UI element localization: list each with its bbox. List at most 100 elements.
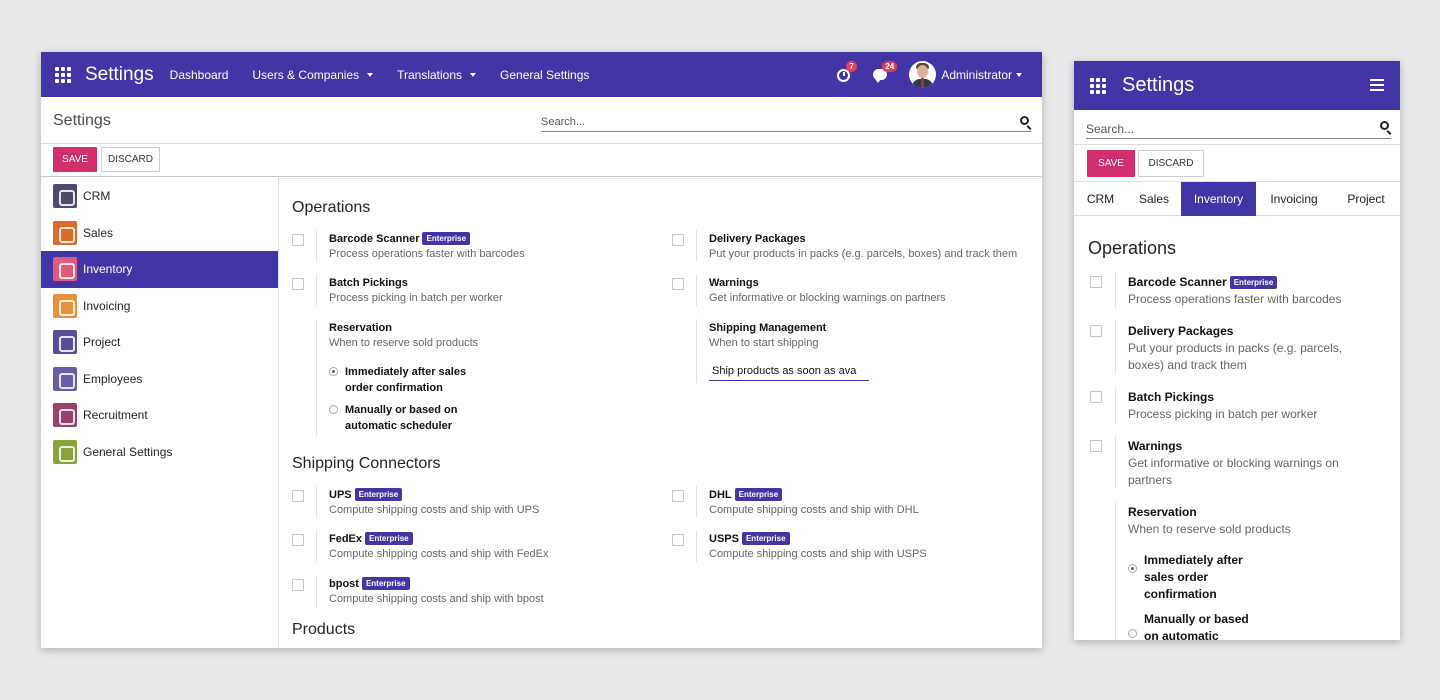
menu-translations[interactable]: Translations — [397, 67, 477, 82]
radio-button[interactable] — [329, 405, 338, 414]
radio-manually[interactable]: Manually or based on automatic scheduler — [329, 402, 457, 434]
setting-ups: UPS Enterprise Compute shipping costs and… — [292, 486, 689, 518]
batch-checkbox[interactable] — [1090, 391, 1102, 403]
delivery-checkbox[interactable] — [1090, 325, 1102, 337]
menu-dashboard[interactable]: Dashboard — [170, 68, 229, 82]
radio-manually[interactable]: Manually or based on automatic — [1128, 611, 1249, 640]
activity-button[interactable]: 7 — [837, 60, 857, 83]
sidebar-item-sales[interactable]: Sales — [41, 215, 278, 252]
apps-grid-icon[interactable] — [1090, 77, 1106, 94]
page-title: Settings — [53, 112, 111, 129]
setting-description: Put your products in packs (e.g. parcels… — [1128, 341, 1343, 372]
tab-invoicing[interactable]: Invoicing — [1256, 182, 1332, 216]
menu-translations-label: Translations — [397, 67, 463, 82]
discard-button[interactable]: DISCARD — [1138, 150, 1204, 177]
menu-general-settings[interactable]: General Settings — [500, 68, 589, 82]
setting-description: When to reserve sold products — [1128, 522, 1291, 536]
barcode-checkbox[interactable] — [1090, 276, 1102, 288]
messaging-button[interactable]: 24 — [873, 60, 898, 83]
section-title-shipping-connectors: Shipping Connectors — [292, 455, 441, 472]
dhl-checkbox[interactable] — [672, 490, 684, 502]
chart-icon — [53, 220, 77, 245]
bpost-checkbox[interactable] — [292, 579, 304, 591]
radio-immediately[interactable]: Immediately after sales order confirmatio… — [329, 364, 466, 396]
setting-title: Delivery Packages — [709, 233, 806, 245]
tab-crm[interactable]: CRM — [1074, 182, 1127, 216]
search-input[interactable]: Search... — [1086, 120, 1391, 139]
puzzle-icon — [53, 330, 77, 355]
search-icon[interactable] — [1020, 116, 1029, 125]
save-button[interactable]: SAVE — [1087, 150, 1135, 177]
menu-users-companies[interactable]: Users & Companies — [252, 68, 374, 82]
caret-down-icon — [1016, 72, 1022, 77]
sidebar-item-inventory[interactable]: Inventory — [41, 251, 278, 288]
setting-description: When to reserve sold products — [329, 337, 479, 349]
setting-description: Process picking in batch per worker — [329, 292, 503, 304]
enterprise-badge: Enterprise — [361, 577, 410, 590]
setting-title: Warnings — [1128, 439, 1183, 453]
section-title-operations: Operations — [1088, 238, 1177, 258]
setting-warnings: Warnings Get informative or blocking war… — [672, 274, 1042, 306]
sidebar-item-project[interactable]: Project — [41, 324, 278, 361]
setting-shipping-management: Shipping Management When to start shippi… — [696, 319, 1042, 383]
sidebar-item-crm[interactable]: CRM — [41, 178, 278, 215]
setting-title: Barcode Scanner — [329, 233, 420, 245]
radio-label-line: Immediately after sales — [345, 366, 467, 378]
radio-button[interactable] — [1128, 629, 1137, 638]
setting-title: DHL — [709, 489, 732, 501]
shipping-policy-select[interactable]: Ship products as soon as ava — [709, 364, 869, 381]
sidebar-item-recruitment[interactable]: Recruitment — [41, 397, 278, 434]
radio-button-selected[interactable] — [329, 367, 338, 376]
radio-label-line: order confirmation — [345, 382, 443, 394]
radio-label-line: Manually or based on — [345, 404, 458, 416]
barcode-checkbox[interactable] — [292, 234, 304, 246]
warnings-checkbox[interactable] — [672, 278, 684, 290]
ups-checkbox[interactable] — [292, 490, 304, 502]
people-icon — [53, 366, 77, 391]
tab-project[interactable]: Project — [1332, 182, 1400, 216]
setting-batch-pickings: Batch Pickings Process picking in batch … — [292, 274, 689, 306]
radio-button-selected[interactable] — [1128, 564, 1137, 573]
warnings-checkbox[interactable] — [1090, 440, 1102, 452]
user-menu[interactable]: Administrator — [941, 68, 1022, 82]
setting-usps: USPS Enterprise Compute shipping costs an… — [672, 530, 1042, 562]
fedex-checkbox[interactable] — [292, 534, 304, 546]
setting-description: Compute shipping costs and ship with DHL — [709, 504, 919, 516]
setting-warnings: Warnings Get informative or blocking war… — [1090, 436, 1368, 489]
tab-inventory[interactable]: Inventory — [1181, 182, 1256, 216]
sidebar-item-employees[interactable]: Employees — [41, 361, 278, 398]
button-bar: SAVE DISCARD — [41, 144, 1042, 177]
user-avatar[interactable] — [909, 61, 937, 88]
usps-checkbox[interactable] — [672, 534, 684, 546]
batch-checkbox[interactable] — [292, 278, 304, 290]
setting-title: Warnings — [709, 277, 759, 289]
handshake-icon — [53, 184, 77, 209]
enterprise-badge: Enterprise — [734, 488, 783, 501]
tab-sales[interactable]: Sales — [1127, 182, 1181, 216]
caret-down-icon — [470, 72, 477, 77]
save-button[interactable]: SAVE — [53, 147, 97, 172]
invoice-icon — [53, 293, 77, 318]
setting-description: Compute shipping costs and ship with Fed… — [329, 548, 549, 560]
desktop-window: Settings Dashboard Users & Companies Tra… — [41, 52, 1042, 648]
sidebar-item-general-settings[interactable]: General Settings — [41, 434, 278, 471]
sidebar-item-invoicing[interactable]: Invoicing — [41, 288, 278, 325]
radio-label-line: sales order — [1144, 570, 1209, 584]
setting-description: Compute shipping costs and ship with bpo… — [329, 593, 544, 605]
menu-dashboard-label: Dashboard — [169, 67, 229, 82]
radio-label-line: confirmation — [1144, 587, 1217, 601]
setting-title: Barcode Scanner — [1128, 275, 1227, 289]
setting-fedex: FedEx Enterprise Compute shipping costs a… — [292, 530, 689, 562]
setting-description: Process operations faster with barcodes — [329, 248, 525, 260]
search-input[interactable]: Search... — [541, 115, 1031, 132]
discard-button[interactable]: DISCARD — [101, 147, 160, 172]
search-icon[interactable] — [1380, 121, 1389, 130]
setting-description: Process operations faster with barcodes — [1128, 292, 1342, 306]
setting-description: Process picking in batch per worker — [1128, 407, 1318, 421]
radio-immediately[interactable]: Immediately after sales order confirmation — [1128, 552, 1243, 603]
main-navbar: Settings Dashboard Users & Companies Tra… — [41, 52, 1042, 97]
radio-label-line: Immediately after — [1144, 553, 1243, 567]
delivery-checkbox[interactable] — [672, 234, 684, 246]
apps-grid-icon[interactable] — [55, 66, 71, 83]
hamburger-menu-icon[interactable] — [1370, 79, 1384, 91]
